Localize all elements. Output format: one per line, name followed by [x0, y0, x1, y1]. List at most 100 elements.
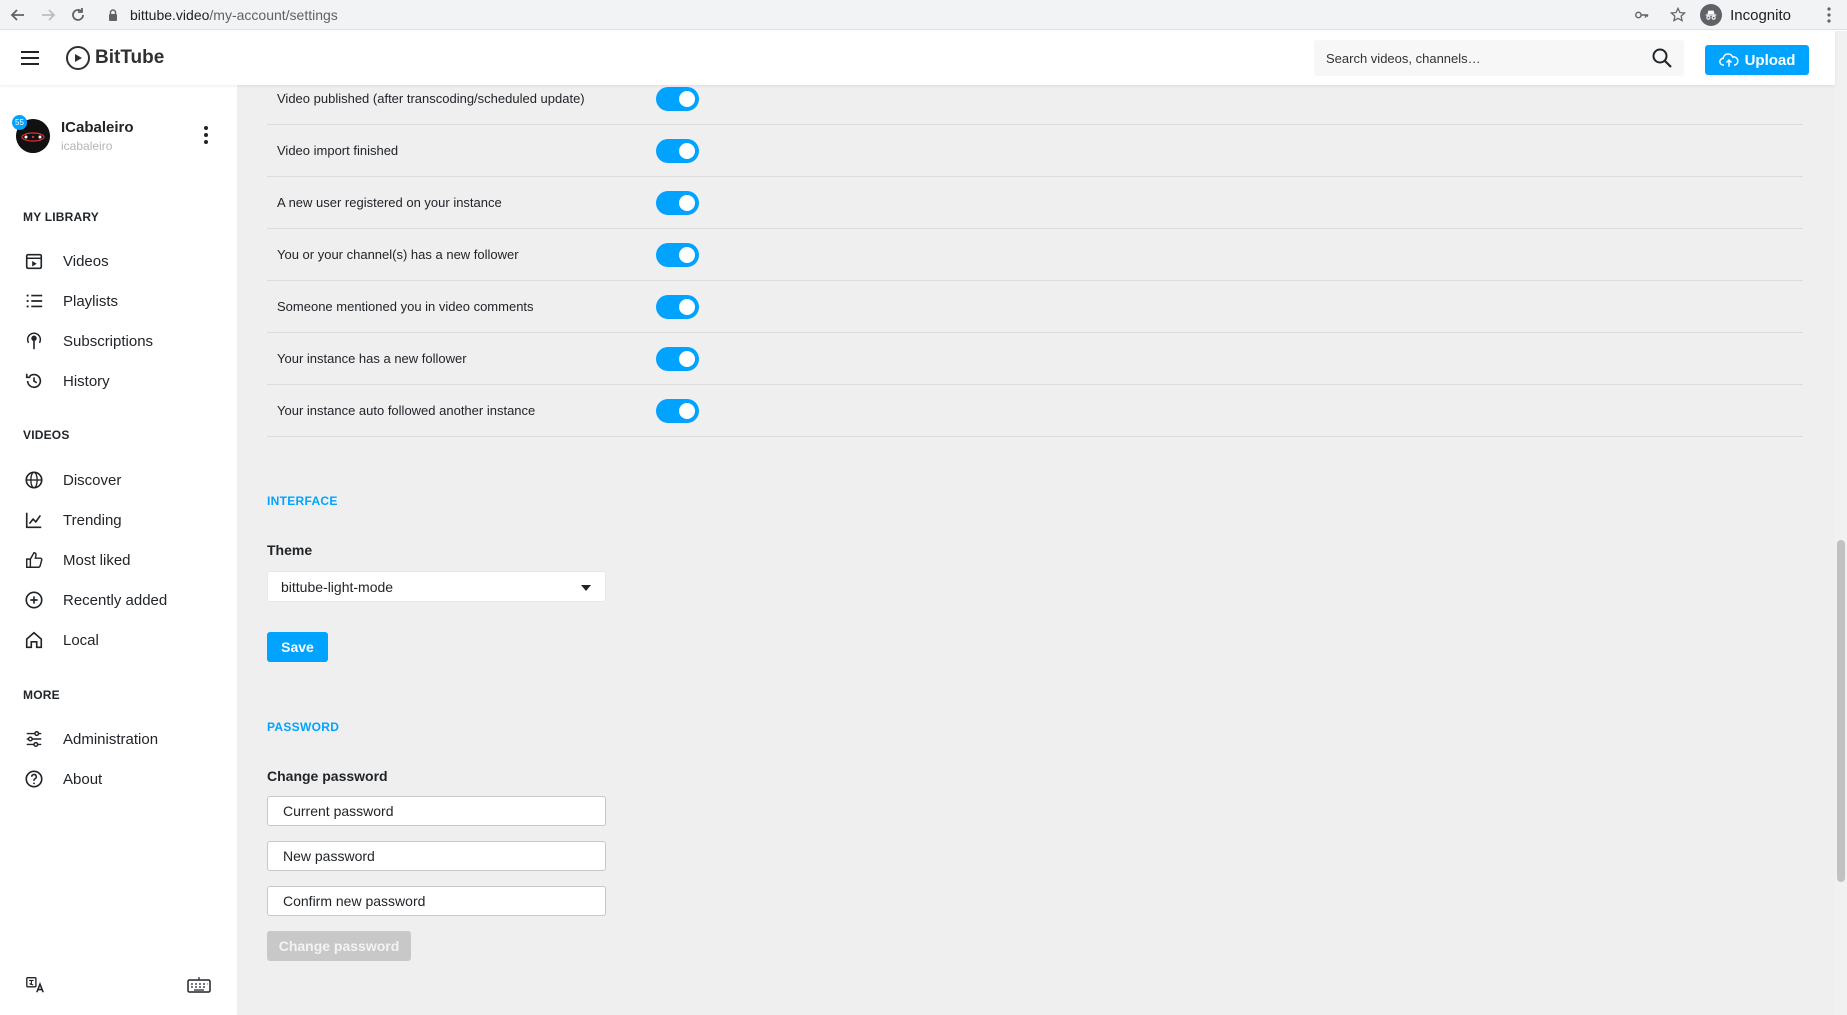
videos-icon [23, 250, 45, 272]
toggle-knob [679, 350, 695, 367]
current-password-field[interactable] [267, 796, 606, 826]
notification-toggle[interactable] [656, 294, 699, 319]
sidebar-item-label: History [63, 372, 110, 390]
plus-circle-icon [23, 589, 45, 611]
notification-row: You or your channel(s) has a new followe… [267, 229, 1803, 281]
scrollbar-thumb[interactable] [1837, 540, 1845, 882]
sidebar-item-local[interactable]: Local [0, 620, 237, 660]
notification-label: Someone mentioned you in video comments [277, 299, 534, 314]
notification-toggle[interactable] [656, 242, 699, 267]
keyboard-icon[interactable] [187, 973, 211, 997]
thumbs-up-icon [23, 549, 45, 571]
notification-label: A new user registered on your instance [277, 195, 502, 210]
search-input[interactable] [1314, 41, 1634, 75]
home-icon [23, 629, 45, 651]
sidebar-item-label: Playlists [63, 292, 119, 310]
section-videos: VIDEOS [23, 428, 70, 442]
user-handle: icabaleiro [61, 139, 113, 153]
sidebar: 55 ICabaleiro icabaleiro MY LIBRARY Vide… [0, 85, 237, 1015]
sidebar-item-subscriptions[interactable]: Subscriptions [0, 321, 237, 361]
brand-logo[interactable]: BitTube [66, 46, 164, 70]
sidebar-item-label: Discover [63, 471, 122, 489]
hamburger-menu-icon[interactable] [18, 46, 42, 70]
key-icon[interactable] [1633, 6, 1651, 24]
theme-label: Theme [267, 542, 313, 558]
search-box [1314, 40, 1684, 76]
notification-label: Video published (after transcoding/sched… [277, 91, 585, 106]
url-host: bittube.video [130, 7, 210, 23]
browser-menu-icon[interactable] [1820, 6, 1838, 24]
upload-label: Upload [1744, 51, 1796, 69]
star-icon[interactable] [1669, 6, 1687, 24]
caret-down-icon [581, 585, 591, 591]
search-icon[interactable] [1652, 48, 1672, 68]
language-icon[interactable] [23, 973, 47, 997]
notification-toggle[interactable] [656, 398, 699, 423]
notification-row: Your instance has a new follower [267, 333, 1803, 385]
reload-icon[interactable] [66, 3, 90, 27]
more-vertical-icon[interactable] [196, 123, 216, 147]
toggle-knob [679, 246, 695, 263]
sidebar-item-label: Trending [63, 511, 122, 529]
trending-icon [23, 509, 45, 531]
forward-icon[interactable] [36, 3, 60, 27]
sidebar-item-history[interactable]: History [0, 361, 237, 401]
globe-icon [23, 469, 45, 491]
sidebar-item-discover[interactable]: Discover [0, 460, 237, 500]
back-icon[interactable] [6, 3, 30, 27]
address-bar[interactable]: bittube.video/my-account/settings [106, 2, 1686, 28]
profile-label: Incognito [1730, 6, 1791, 24]
confirm-password-field[interactable] [267, 886, 606, 916]
sidebar-item-most-liked[interactable]: Most liked [0, 540, 237, 580]
notification-row: Someone mentioned you in video comments [267, 281, 1803, 333]
page-scrollbar[interactable] [1835, 31, 1847, 1015]
toggle-knob [679, 402, 695, 419]
notification-label: Your instance has a new follower [277, 351, 467, 366]
cloud-upload-icon [1718, 53, 1739, 67]
notification-toggle[interactable] [656, 86, 699, 111]
toggle-knob [679, 194, 695, 211]
notification-row: A new user registered on your instance [267, 177, 1803, 229]
sidebar-item-label: Most liked [63, 551, 131, 569]
help-icon [23, 768, 45, 790]
notification-toggle[interactable] [656, 346, 699, 371]
section-my-library: MY LIBRARY [23, 210, 100, 224]
sidebar-item-label: Videos [63, 252, 109, 270]
sidebar-item-videos[interactable]: Videos [0, 241, 237, 281]
sidebar-item-trending[interactable]: Trending [0, 500, 237, 540]
notification-badge[interactable]: 55 [12, 115, 27, 130]
change-password-button[interactable]: Change password [267, 931, 411, 961]
sidebar-item-playlists[interactable]: Playlists [0, 281, 237, 321]
section-password: PASSWORD [267, 720, 340, 734]
notification-toggle[interactable] [656, 190, 699, 215]
incognito-profile[interactable]: Incognito [1696, 2, 1801, 28]
app-header: BitTube Upload [0, 31, 1835, 85]
theme-select[interactable]: bittube-light-mode [267, 571, 606, 602]
url-path: /my-account/settings [209, 7, 338, 23]
history-icon [23, 370, 45, 392]
sidebar-item-label: About [63, 770, 103, 788]
save-button[interactable]: Save [267, 632, 328, 662]
sliders-icon [23, 728, 45, 750]
sidebar-item-about[interactable]: About [0, 759, 237, 799]
user-display-name[interactable]: ICabaleiro [61, 119, 134, 136]
incognito-icon [1700, 4, 1723, 26]
section-more: MORE [23, 688, 60, 702]
toggle-knob [679, 142, 695, 159]
toggle-knob [679, 298, 695, 315]
notification-label: Video import finished [277, 143, 399, 158]
notification-row: Video published (after transcoding/sched… [267, 85, 1803, 125]
playlists-icon [23, 290, 45, 312]
lock-icon [109, 9, 117, 21]
play-logo-icon [66, 46, 90, 70]
notification-label: You or your channel(s) has a new followe… [277, 247, 519, 262]
change-password-label: Change password [267, 768, 388, 784]
notification-toggle[interactable] [656, 138, 699, 163]
notification-row: Your instance auto followed another inst… [267, 385, 1803, 437]
sidebar-item-recently-added[interactable]: Recently added [0, 580, 237, 620]
sidebar-item-administration[interactable]: Administration [0, 719, 237, 759]
upload-button[interactable]: Upload [1705, 45, 1809, 75]
browser-toolbar: bittube.video/my-account/settings Incogn… [0, 0, 1847, 30]
settings-main: Video published (after transcoding/sched… [237, 85, 1835, 1015]
new-password-field[interactable] [267, 841, 606, 871]
